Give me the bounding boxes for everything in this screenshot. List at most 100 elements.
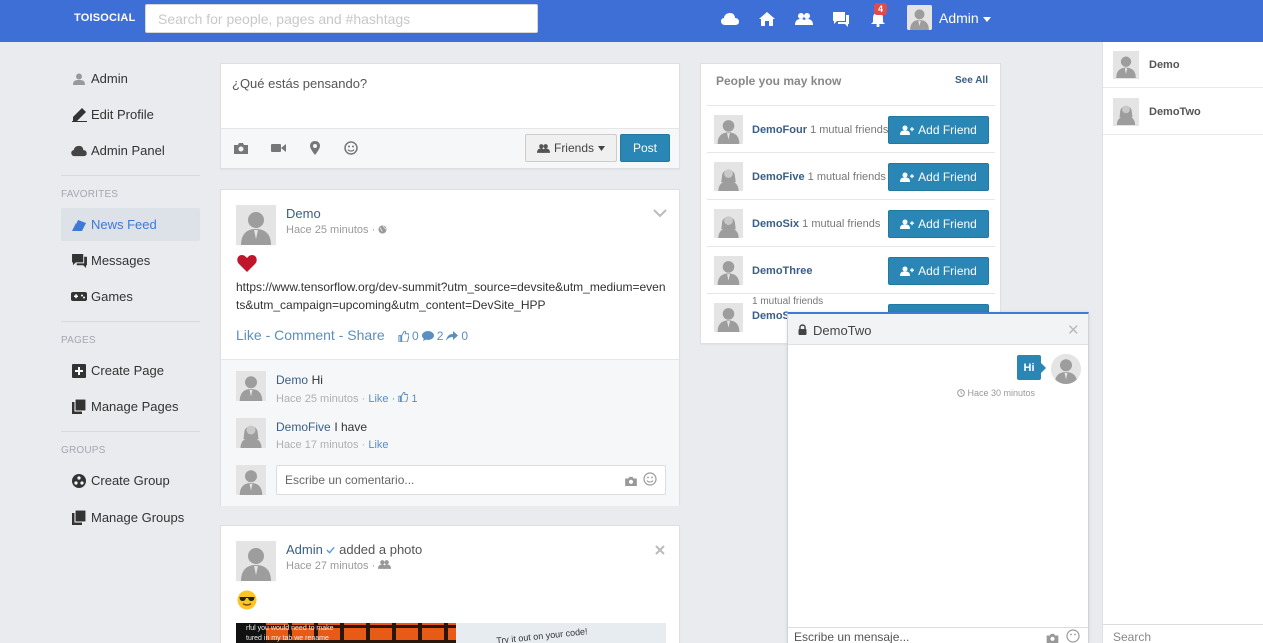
sidebar-item-create-group[interactable]: Create Group	[61, 464, 200, 497]
close-icon[interactable]	[655, 543, 665, 558]
avatar[interactable]	[714, 209, 743, 238]
comment-like-link[interactable]: Like	[368, 439, 388, 451]
suggestion-name: DemoFour 1 mutual friends	[752, 124, 889, 136]
pages-icon	[71, 510, 87, 526]
camera-icon[interactable]	[1046, 631, 1059, 643]
sunglasses-emoji-icon	[237, 590, 257, 613]
chat-message-input[interactable]	[788, 627, 1088, 643]
privacy-select-button[interactable]: Friends	[525, 134, 617, 162]
see-all-link[interactable]: See All	[955, 75, 988, 86]
smiley-icon[interactable]	[643, 472, 657, 489]
camera-icon[interactable]	[233, 140, 249, 156]
divider	[61, 321, 200, 322]
post-author[interactable]: Demo	[286, 206, 321, 221]
online-user-name: DemoTwo	[1149, 106, 1201, 118]
chevron-down-icon[interactable]	[653, 206, 667, 221]
post-action-text: added a photo	[339, 542, 423, 557]
avatar[interactable]	[714, 115, 743, 144]
comment-link[interactable]: Comment	[274, 327, 335, 343]
thumbs-up-icon	[398, 391, 409, 403]
smiley-icon[interactable]	[1066, 629, 1080, 643]
comment-author[interactable]: DemoFive	[276, 420, 331, 434]
sidebar-item-create-page[interactable]: Create Page	[61, 354, 200, 387]
comment-count: 2	[436, 329, 444, 343]
sidebar-item-games[interactable]: Games	[61, 280, 200, 313]
avatar[interactable]	[714, 256, 743, 285]
avatar[interactable]	[236, 541, 276, 581]
group-circle-icon	[71, 473, 87, 489]
user-menu-label[interactable]: Admin	[939, 10, 979, 26]
verified-check-icon	[326, 546, 336, 554]
friends-icon	[536, 143, 550, 153]
sidebar-item-label: Messages	[91, 253, 151, 268]
feed-post: Admin added a photo Hace 27 minutos · rf…	[220, 525, 680, 643]
news-feed-icon	[71, 217, 87, 233]
friends-icon	[378, 560, 392, 569]
avatar[interactable]	[236, 418, 266, 448]
sidebar-item-admin-panel[interactable]: Admin Panel	[61, 134, 200, 167]
post-button[interactable]: Post	[620, 134, 670, 162]
chat-header[interactable]: DemoTwo ✕	[788, 314, 1088, 345]
online-user[interactable]: Demo	[1103, 42, 1263, 88]
avatar	[1113, 51, 1139, 79]
online-search-input[interactable]	[1103, 624, 1263, 643]
comment-input[interactable]	[276, 465, 666, 495]
post-stats: 0 2 0	[398, 329, 468, 343]
online-user-name: Demo	[1149, 59, 1180, 71]
chevron-down-icon[interactable]	[983, 17, 991, 22]
add-user-icon	[900, 219, 915, 229]
sidebar-item-manage-groups[interactable]: Manage Groups	[61, 501, 200, 534]
friends-icon[interactable]	[793, 9, 815, 29]
cloud-icon[interactable]	[719, 9, 741, 29]
avatar[interactable]	[714, 162, 743, 191]
share-link[interactable]: Share	[347, 327, 384, 343]
comment-like-link[interactable]: Like	[368, 393, 388, 405]
post-link[interactable]: https://www.tensorflow.org/dev-summit?ut…	[236, 278, 666, 314]
add-friend-button[interactable]: Add Friend	[888, 163, 989, 191]
sidebar-item-label: Create Group	[91, 473, 170, 488]
camera-icon[interactable]	[625, 474, 637, 489]
avatar[interactable]	[236, 371, 266, 401]
avatar[interactable]	[714, 303, 743, 332]
comment-author[interactable]: Demo	[276, 373, 308, 387]
suggestion-name[interactable]: DemoS	[752, 310, 790, 322]
sidebar-item-manage-pages[interactable]: Manage Pages	[61, 390, 200, 423]
sidebar-item-messages[interactable]: Messages	[61, 244, 200, 277]
avatar[interactable]	[236, 205, 276, 245]
people-you-may-know: People you may know See All DemoFour 1 m…	[700, 63, 1001, 344]
online-users-panel: Demo DemoTwo	[1102, 42, 1263, 643]
add-friend-button[interactable]: Add Friend	[888, 257, 989, 285]
post-actions: Like - Comment - Share	[236, 327, 385, 343]
cloud-icon	[71, 143, 87, 159]
add-friend-button[interactable]: Add Friend	[888, 210, 989, 238]
global-search-input[interactable]	[145, 4, 538, 33]
list-item: DemoFour 1 mutual friends Add Friend	[707, 105, 995, 152]
brand-logo[interactable]: TOISOCIAL	[74, 12, 136, 24]
sidebar-item-news-feed[interactable]: News Feed	[61, 208, 200, 241]
avatar	[1113, 98, 1139, 126]
list-item: DemoThree Add Friend	[707, 246, 995, 293]
avatar	[1051, 354, 1081, 384]
sidebar-item-label: Create Page	[91, 363, 164, 378]
add-friend-button[interactable]: Add Friend	[888, 116, 989, 144]
online-user[interactable]: DemoTwo	[1103, 89, 1263, 135]
like-link[interactable]: Like	[236, 327, 262, 343]
messages-icon[interactable]	[830, 9, 852, 29]
post-photo[interactable]: rful you would need to make tured in my …	[236, 623, 666, 643]
chevron-down-icon	[598, 145, 605, 151]
share-count: 0	[461, 329, 469, 343]
divider	[61, 175, 200, 176]
close-icon[interactable]: ✕	[1067, 321, 1080, 339]
comments-section: Demo Hi Hace 25 minutos · Like · 1 DemoF…	[221, 359, 679, 506]
location-pin-icon[interactable]	[307, 140, 323, 156]
sidebar-item-admin[interactable]: Admin	[61, 62, 200, 95]
avatar[interactable]	[907, 5, 932, 30]
sidebar-item-edit-profile[interactable]: Edit Profile	[61, 98, 200, 131]
post-author[interactable]: Admin	[286, 542, 323, 557]
home-icon[interactable]	[756, 9, 778, 29]
comment-like-count: 1	[411, 393, 418, 405]
comment-text: I have	[334, 420, 368, 434]
smiley-icon[interactable]	[343, 140, 359, 156]
video-icon[interactable]	[270, 140, 286, 156]
composer-input[interactable]: ¿Qué estás pensando?	[232, 76, 367, 91]
